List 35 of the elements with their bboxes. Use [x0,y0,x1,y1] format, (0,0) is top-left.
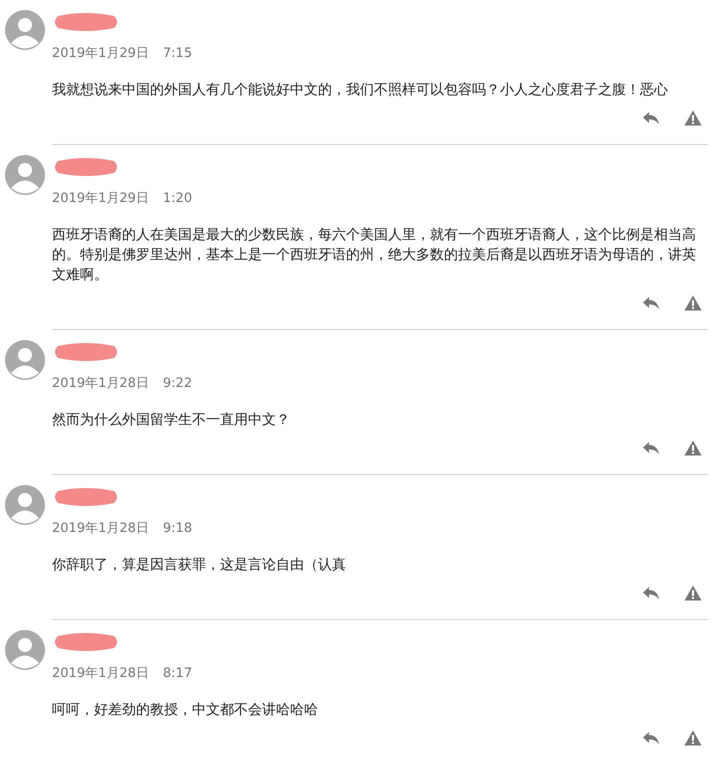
warning-icon[interactable] [684,295,702,311]
comment-date: 2019年1月29日 [52,45,149,63]
comment-text: 西班牙语裔的人在美国是最大的少数民族，每六个美国人里，就有一个西班牙语裔人，这个比例是相当高的。特别是佛罗里达州，基本上是一个西班牙语的州，绝大多数的拉美后裔是以西班牙语为母语的，讲英文难啊。 [52,226,697,285]
warning-icon[interactable] [684,585,702,601]
warning-icon[interactable] [684,730,702,746]
reply-icon[interactable] [642,440,660,456]
avatar-icon [5,10,45,50]
redaction-mark [52,340,120,364]
comment-date: 2019年1月28日 [52,520,149,538]
avatar-icon [5,485,45,525]
reply-icon[interactable] [642,585,660,601]
comment-text: 你辞职了，算是因言获罪，这是言论自由（认真 [52,556,347,575]
comment-text: 呵呵，好差劲的教授，中文都不会讲哈哈哈 [52,701,319,720]
redaction-mark [52,155,120,179]
redaction-mark [52,10,120,34]
comment-time: 7:15 [162,45,192,63]
reply-icon[interactable] [642,110,660,126]
comment-text: 我就想说来中国的外国人有几个能说好中文的，我们不照样可以包容吗？小人之心度君子之腹！恶心 [52,81,669,100]
warning-icon[interactable] [684,440,702,456]
redaction-mark [52,630,120,654]
warning-icon[interactable] [684,110,702,126]
reply-icon[interactable] [642,295,660,311]
avatar-icon [5,340,45,380]
comment-text: 然而为什么外国留学生不一直用中文？ [52,411,291,430]
comment-time: 1:20 [162,190,192,208]
comment-date: 2019年1月28日 [52,665,149,683]
comment-time: 8:17 [162,665,192,683]
comment-date: 2019年1月29日 [52,190,149,208]
comment-time: 9:18 [162,520,192,538]
comment-time: 9:22 [162,375,192,393]
reply-icon[interactable] [642,730,660,746]
redaction-mark [52,485,120,509]
avatar-icon [5,630,45,670]
avatar-icon [5,155,45,195]
comment-date: 2019年1月28日 [52,375,149,393]
